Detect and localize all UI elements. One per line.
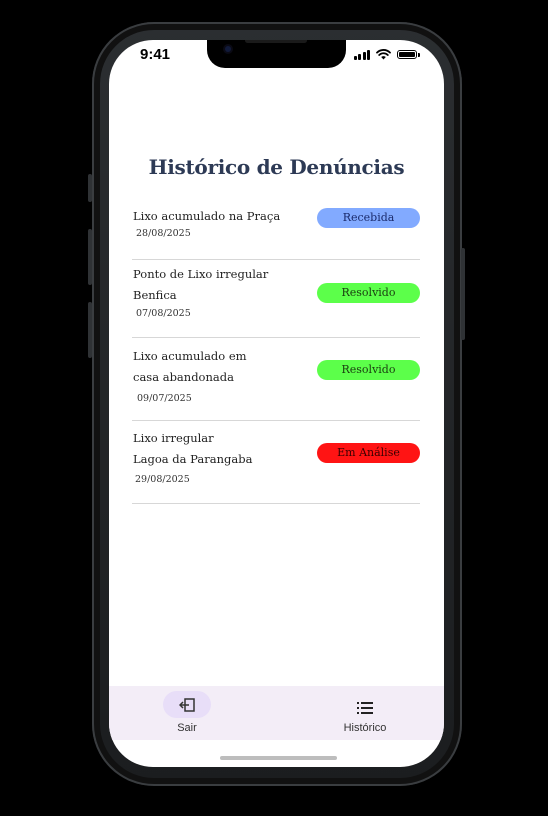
home-indicator[interactable] bbox=[220, 756, 337, 760]
report-title: Lixo acumulado na Praça bbox=[133, 206, 280, 227]
report-title-line: Ponto de Lixo irregular bbox=[133, 267, 269, 281]
report-title-line: Lagoa da Parangaba bbox=[133, 452, 253, 466]
report-date: 09/07/2025 bbox=[137, 393, 192, 404]
report-title-line: Benfica bbox=[133, 288, 177, 302]
mute-switch bbox=[88, 174, 92, 202]
nav-label-historico: Histórico bbox=[343, 722, 387, 734]
divider bbox=[132, 503, 420, 504]
cellular-signal-icon bbox=[353, 49, 370, 60]
report-title-line: Lixo irregular bbox=[133, 431, 214, 445]
power-button bbox=[461, 248, 465, 340]
status-icons bbox=[353, 49, 420, 60]
speaker bbox=[245, 40, 307, 43]
camera-icon bbox=[225, 46, 231, 52]
report-date: 28/08/2025 bbox=[136, 228, 191, 239]
volume-up-button bbox=[88, 229, 92, 285]
nav-item-sair[interactable]: Sair bbox=[163, 686, 211, 740]
page-title: Histórico de Denúncias bbox=[148, 155, 405, 179]
report-title-line: Lixo acumulado em bbox=[133, 349, 247, 363]
status-time: 9:41 bbox=[140, 46, 171, 63]
report-title: Lixo acumulado em casa abandonada bbox=[133, 346, 247, 388]
battery-icon bbox=[397, 50, 420, 59]
report-date: 07/08/2025 bbox=[136, 308, 191, 319]
nav-label-sair: Sair bbox=[177, 722, 197, 734]
dynamic-island bbox=[207, 40, 346, 68]
report-item[interactable]: Lixo acumulado em casa abandonada 09/07/20… bbox=[132, 346, 420, 421]
status-badge: Resolvido bbox=[317, 360, 420, 380]
divider bbox=[132, 420, 420, 421]
report-item[interactable]: Ponto de Lixo irregular Benfica 07/08/2025… bbox=[132, 264, 420, 338]
report-title-line: casa abandonada bbox=[133, 370, 234, 384]
status-badge: Em Análise bbox=[317, 443, 420, 463]
report-title: Ponto de Lixo irregular Benfica bbox=[133, 264, 268, 306]
report-title-line: Lixo acumulado na Praça bbox=[133, 209, 281, 223]
divider bbox=[132, 337, 420, 338]
status-badge: Recebida bbox=[317, 208, 420, 228]
logout-icon bbox=[179, 698, 195, 712]
list-icon bbox=[357, 702, 373, 714]
app-screen: 9:41 Histórico de Denúncias Lixo acumula… bbox=[109, 40, 444, 767]
report-title: Lixo irregular Lagoa da Parangaba bbox=[133, 428, 252, 470]
status-badge: Resolvido bbox=[317, 283, 420, 303]
divider bbox=[132, 259, 420, 260]
volume-down-button bbox=[88, 302, 92, 358]
report-item[interactable]: Lixo acumulado na Praça 28/08/2025 Recebid… bbox=[132, 206, 420, 260]
nav-item-historico[interactable]: Histórico bbox=[335, 686, 395, 740]
report-date: 29/08/2025 bbox=[135, 474, 190, 485]
report-item[interactable]: Lixo irregular Lagoa da Parangaba 29/08/20… bbox=[132, 428, 420, 504]
wifi-icon bbox=[376, 49, 391, 60]
bottom-navigation: Sair Histórico bbox=[109, 686, 444, 740]
